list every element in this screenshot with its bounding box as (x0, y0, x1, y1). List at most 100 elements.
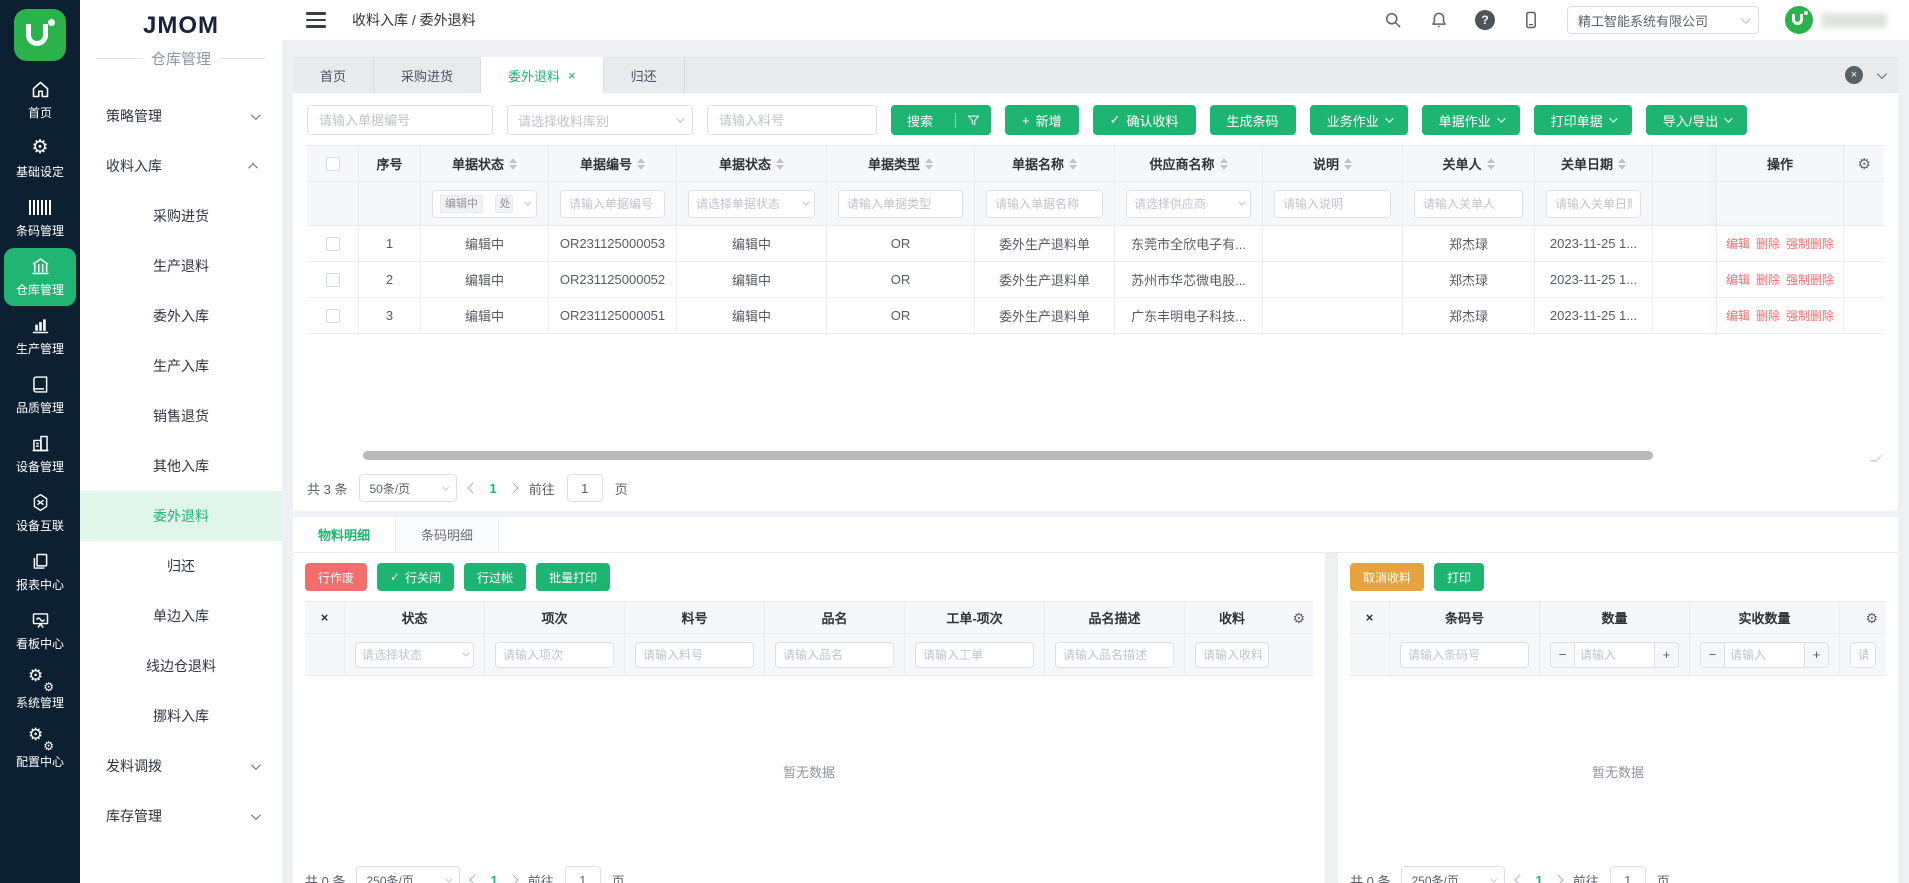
doc-type-column-filter[interactable] (838, 190, 963, 218)
post-line-button[interactable]: 行过帐 (464, 563, 526, 591)
status-filter-select[interactable]: 请选择状态 (355, 642, 474, 668)
row-checkbox[interactable] (326, 237, 340, 251)
sidebar-item-return[interactable]: 归还 (80, 541, 282, 591)
sidebar-group-receiving[interactable]: 收料入库 (80, 141, 282, 191)
rail-item-home[interactable]: 首页 (4, 71, 76, 129)
force-delete-link[interactable]: 强制删除 (1786, 307, 1834, 324)
clear-column-icon[interactable]: × (1350, 602, 1390, 634)
next-page-icon[interactable] (507, 482, 518, 493)
cancel-receive-button[interactable]: 取消收料 (1350, 563, 1424, 591)
current-page[interactable]: 1 (490, 873, 497, 883)
column-header[interactable]: 单据编号 (549, 146, 677, 182)
tab-home[interactable]: 首页 (293, 57, 374, 93)
column-header[interactable]: 关单日期 (1535, 146, 1653, 182)
column-header[interactable]: 单据名称 (975, 146, 1115, 182)
page-size-select[interactable]: 250条/页 (356, 866, 460, 883)
doc-no-input[interactable] (307, 105, 493, 135)
table-row[interactable]: 1 编辑中 OR231125000053 编辑中 OR 委外生产退料单 东莞市全… (307, 226, 1884, 262)
rail-item-barcode[interactable]: 条码管理 (4, 189, 76, 247)
next-page-icon[interactable] (1552, 874, 1563, 883)
edit-link[interactable]: 编辑 (1726, 235, 1750, 252)
minus-icon[interactable]: − (1701, 643, 1725, 667)
confirm-receive-button[interactable]: ✓确认收料 (1093, 105, 1196, 135)
column-header[interactable]: 单据状态 (677, 146, 827, 182)
sidebar-item-outsource-inbound[interactable]: 委外入库 (80, 291, 282, 341)
part-no-input[interactable] (707, 105, 877, 135)
current-page[interactable]: 1 (489, 481, 496, 496)
close-line-button[interactable]: ✓行关闭 (377, 563, 454, 591)
rail-item-reports[interactable]: 报表中心 (4, 543, 76, 601)
sidebar-item-other-inbound[interactable]: 其他入库 (80, 441, 282, 491)
horizontal-scrollbar[interactable] (363, 451, 1653, 460)
delete-link[interactable]: 删除 (1756, 271, 1780, 288)
void-line-button[interactable]: 行作废 (305, 563, 367, 591)
help-icon[interactable]: ? (1475, 10, 1495, 30)
sidebar-group-inventory[interactable]: 库存管理 (80, 791, 282, 841)
sidebar-item-lineside-return[interactable]: 线边仓退料 (80, 641, 282, 691)
add-button[interactable]: +新增 (1005, 105, 1079, 135)
force-delete-link[interactable]: 强制删除 (1786, 235, 1834, 252)
rail-item-equipment[interactable]: 设备管理 (4, 425, 76, 483)
mobile-device-icon[interactable] (1521, 10, 1541, 30)
table-row[interactable]: 3 编辑中 OR231125000051 编辑中 OR 委外生产退料单 广东丰明… (307, 298, 1884, 334)
page-size-select[interactable]: 250条/页 (1401, 866, 1505, 883)
sidebar-item-single-side-inbound[interactable]: 单边入库 (80, 591, 282, 641)
rail-item-kanban[interactable]: 看板中心 (4, 602, 76, 660)
item-name-filter-input[interactable] (775, 642, 894, 668)
plus-icon[interactable]: + (1804, 643, 1828, 667)
item-desc-filter-input[interactable] (1055, 642, 1174, 668)
column-header[interactable]: 供应商名称 (1115, 146, 1263, 182)
tab-barcode-detail[interactable]: 条码明细 (396, 517, 499, 552)
rail-item-production[interactable]: 生产管理 (4, 307, 76, 365)
business-ops-button[interactable]: 业务作业 (1310, 105, 1408, 135)
notification-bell-icon[interactable] (1429, 10, 1449, 30)
goto-page-input[interactable] (567, 474, 603, 502)
clear-filter-icon[interactable] (955, 113, 991, 128)
batch-print-button[interactable]: 批量打印 (536, 563, 610, 591)
prev-page-icon[interactable] (1515, 874, 1526, 883)
rail-item-config[interactable]: ⚙⚙ 配置中心 (4, 720, 76, 778)
force-delete-link[interactable]: 强制删除 (1786, 271, 1834, 288)
part-no-filter-input[interactable] (635, 642, 754, 668)
print-document-button[interactable]: 打印单据 (1534, 105, 1632, 135)
received-qty-filter-input[interactable] (1725, 643, 1804, 667)
prev-page-icon[interactable] (468, 482, 479, 493)
status-tags-filter[interactable]: 编辑中处 (432, 190, 537, 218)
column-settings-gear-icon[interactable]: ⚙ (1292, 610, 1305, 627)
search-icon[interactable] (1383, 10, 1403, 30)
doc-no-column-filter[interactable] (560, 190, 665, 218)
qty-stepper[interactable]: −+ (1550, 642, 1679, 668)
receive-filter-input[interactable] (1195, 642, 1269, 668)
tab-outsource-material-return[interactable]: 委外退料× (481, 57, 604, 93)
clipped-filter-input[interactable] (1850, 642, 1876, 668)
sidebar-group-issue-transfer[interactable]: 发料调拨 (80, 741, 282, 791)
next-page-icon[interactable] (507, 874, 518, 883)
select-all-checkbox[interactable] (326, 157, 340, 171)
rail-item-quality[interactable]: 品质管理 (4, 366, 76, 424)
current-page[interactable]: 1 (1535, 873, 1542, 883)
supplier-column-filter[interactable]: 请选择供应商 (1126, 190, 1251, 218)
prev-page-icon[interactable] (470, 874, 481, 883)
column-header[interactable]: 关单人 (1403, 146, 1535, 182)
row-checkbox[interactable] (326, 309, 340, 323)
status-column-filter[interactable]: 请选择单据状态 (688, 190, 815, 218)
search-button[interactable]: 搜索 (891, 105, 991, 135)
generate-barcode-button[interactable]: 生成条码 (1210, 105, 1296, 135)
rail-item-device-link[interactable]: 设备互联 (4, 484, 76, 542)
tab-purchase-inbound[interactable]: 采购进货 (374, 57, 481, 93)
page-size-select[interactable]: 50条/页 (359, 474, 457, 502)
table-row[interactable]: 2 编辑中 OR231125000052 编辑中 OR 委外生产退料单 苏州市华… (307, 262, 1884, 298)
close-all-tabs-icon[interactable]: × (1845, 66, 1863, 84)
company-select[interactable]: 精工智能系统有限公司 (1567, 6, 1759, 34)
delete-link[interactable]: 删除 (1756, 235, 1780, 252)
document-ops-button[interactable]: 单据作业 (1422, 105, 1520, 135)
note-column-filter[interactable] (1274, 190, 1391, 218)
doc-name-column-filter[interactable] (986, 190, 1103, 218)
column-settings-gear-icon[interactable]: ⚙ (1858, 155, 1871, 173)
goto-page-input[interactable] (1610, 866, 1646, 883)
hamburger-menu-icon[interactable] (306, 12, 326, 28)
minus-icon[interactable]: − (1551, 643, 1575, 667)
sidebar-group-strategy[interactable]: 策略管理 (80, 91, 282, 141)
received-qty-stepper[interactable]: −+ (1700, 642, 1829, 668)
import-export-button[interactable]: 导入/导出 (1646, 105, 1748, 135)
